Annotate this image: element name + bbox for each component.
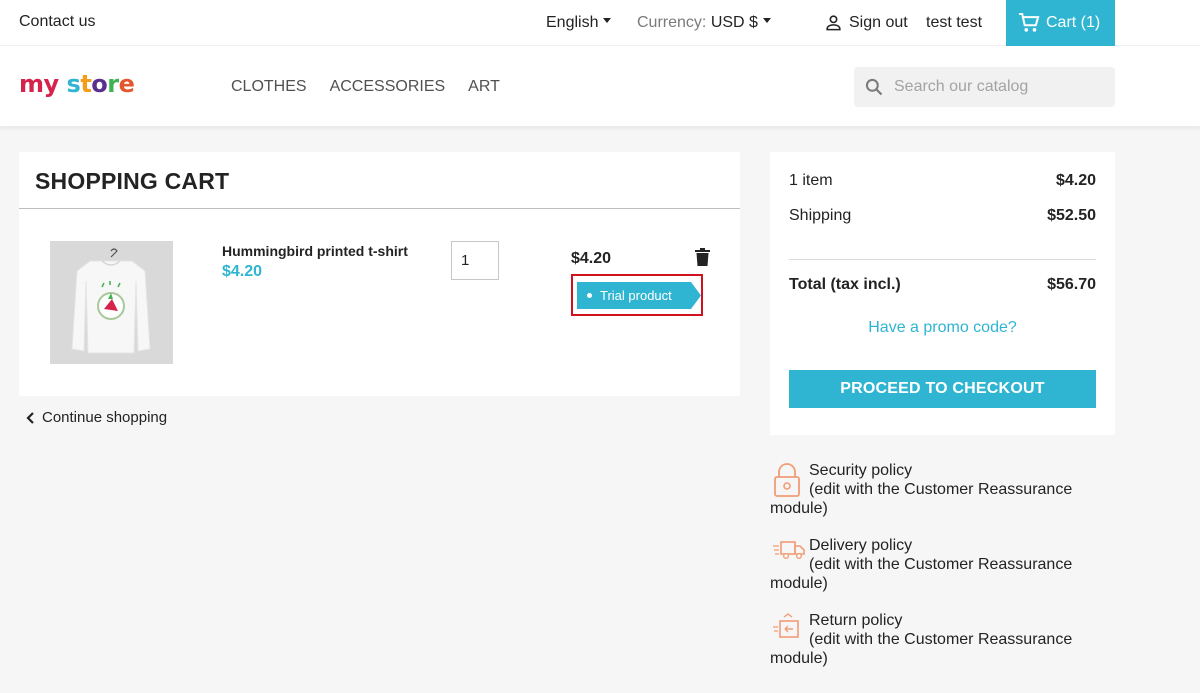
- header: my store CLOTHES ACCESSORIES ART: [0, 46, 1200, 127]
- reassurance-description: (edit with the Customer Reassurance: [809, 556, 1073, 573]
- cart-summary: 1 item $4.20 Shipping $52.50 Total (tax …: [770, 152, 1115, 435]
- cart-panel: SHOPPING CART Hummingbird printed t-shir…: [19, 152, 740, 396]
- summary-shipping-row: Shipping $52.50: [789, 207, 1096, 225]
- truck-icon: [773, 541, 805, 559]
- contact-us-link[interactable]: Contact us: [19, 13, 95, 31]
- chevron-down-icon: [603, 18, 612, 24]
- language-value: English: [546, 14, 599, 31]
- cart-label: Cart (1): [1046, 14, 1101, 31]
- page-title: SHOPPING CART: [35, 168, 230, 194]
- menu-item-accessories[interactable]: ACCESSORIES: [330, 78, 446, 96]
- reassurance-description: module): [770, 575, 828, 592]
- product-unit-price: $4.20: [222, 263, 263, 280]
- continue-shopping-label: Continue shopping: [42, 409, 168, 426]
- trash-icon: [695, 248, 710, 266]
- reassurance-return: Return policy (edit with the Customer Re…: [770, 611, 1100, 668]
- reassurance-security: Security policy (edit with the Customer …: [770, 461, 1100, 518]
- menu-item-art[interactable]: ART: [468, 78, 500, 96]
- reassurance-description: (edit with the Customer Reassurance: [809, 481, 1073, 498]
- items-count-label: 1 item: [789, 172, 833, 189]
- reassurance-title: Return policy: [809, 612, 903, 629]
- currency-selector[interactable]: Currency: USD $: [637, 14, 771, 32]
- divider: [19, 208, 740, 209]
- top-nav: Contact us English Currency: USD $ Sign …: [0, 0, 1200, 46]
- currency-value: USD $: [710, 14, 758, 31]
- promo-code-link[interactable]: Have a promo code?: [770, 319, 1115, 337]
- items-subtotal-value: $4.20: [1055, 172, 1096, 189]
- delete-item-button[interactable]: [695, 248, 710, 271]
- continue-shopping-link[interactable]: Continue shopping: [26, 409, 167, 426]
- sign-out-label: Sign out: [849, 13, 908, 31]
- cart-button[interactable]: Cart (1): [1006, 0, 1115, 46]
- chevron-down-icon: [762, 18, 771, 24]
- main-menu: CLOTHES ACCESSORIES ART: [231, 78, 500, 96]
- lock-icon: [774, 463, 800, 497]
- reassurance-description: (edit with the Customer Reassurance: [809, 631, 1073, 648]
- user-icon: [826, 15, 841, 31]
- reassurance-delivery: Delivery policy (edit with the Customer …: [770, 536, 1100, 593]
- return-box-icon: [773, 613, 799, 638]
- product-image[interactable]: [50, 241, 173, 364]
- trial-product-badge: Trial product: [577, 282, 701, 309]
- summary-items-row: 1 item $4.20: [789, 172, 1096, 190]
- proceed-to-checkout-button[interactable]: PROCEED TO CHECKOUT: [789, 370, 1096, 408]
- menu-item-clothes[interactable]: CLOTHES: [231, 78, 307, 96]
- quantity-input[interactable]: 1: [451, 241, 499, 280]
- total-value: $56.70: [1047, 276, 1096, 293]
- search-box: [854, 67, 1115, 107]
- line-total-price: $4.20: [571, 250, 612, 267]
- store-logo[interactable]: my store: [19, 70, 135, 98]
- trial-product-highlight: Trial product: [571, 274, 703, 316]
- language-selector[interactable]: English: [546, 14, 612, 32]
- dot-icon: [587, 293, 592, 298]
- search-input[interactable]: [894, 78, 1104, 96]
- account-link[interactable]: test test: [926, 14, 982, 32]
- currency-label: Currency:: [637, 14, 707, 31]
- total-label: Total (tax incl.): [789, 276, 901, 293]
- trial-product-label: Trial product: [600, 288, 672, 303]
- divider: [789, 259, 1096, 260]
- reassurance-description: module): [770, 650, 828, 667]
- product-name-link[interactable]: Hummingbird printed t-shirt: [222, 243, 408, 259]
- shipping-label: Shipping: [789, 207, 852, 224]
- chevron-left-icon: [26, 411, 34, 424]
- summary-total-row: Total (tax incl.) $56.70: [789, 276, 1096, 294]
- reassurance-title: Delivery policy: [809, 537, 913, 554]
- shipping-value: $52.50: [1047, 207, 1096, 224]
- sign-out-link[interactable]: Sign out: [824, 13, 908, 32]
- search-icon[interactable]: [864, 77, 884, 97]
- reassurance-description: module): [770, 500, 828, 517]
- reassurance-title: Security policy: [809, 462, 913, 479]
- shopping-cart-icon: [1019, 13, 1040, 32]
